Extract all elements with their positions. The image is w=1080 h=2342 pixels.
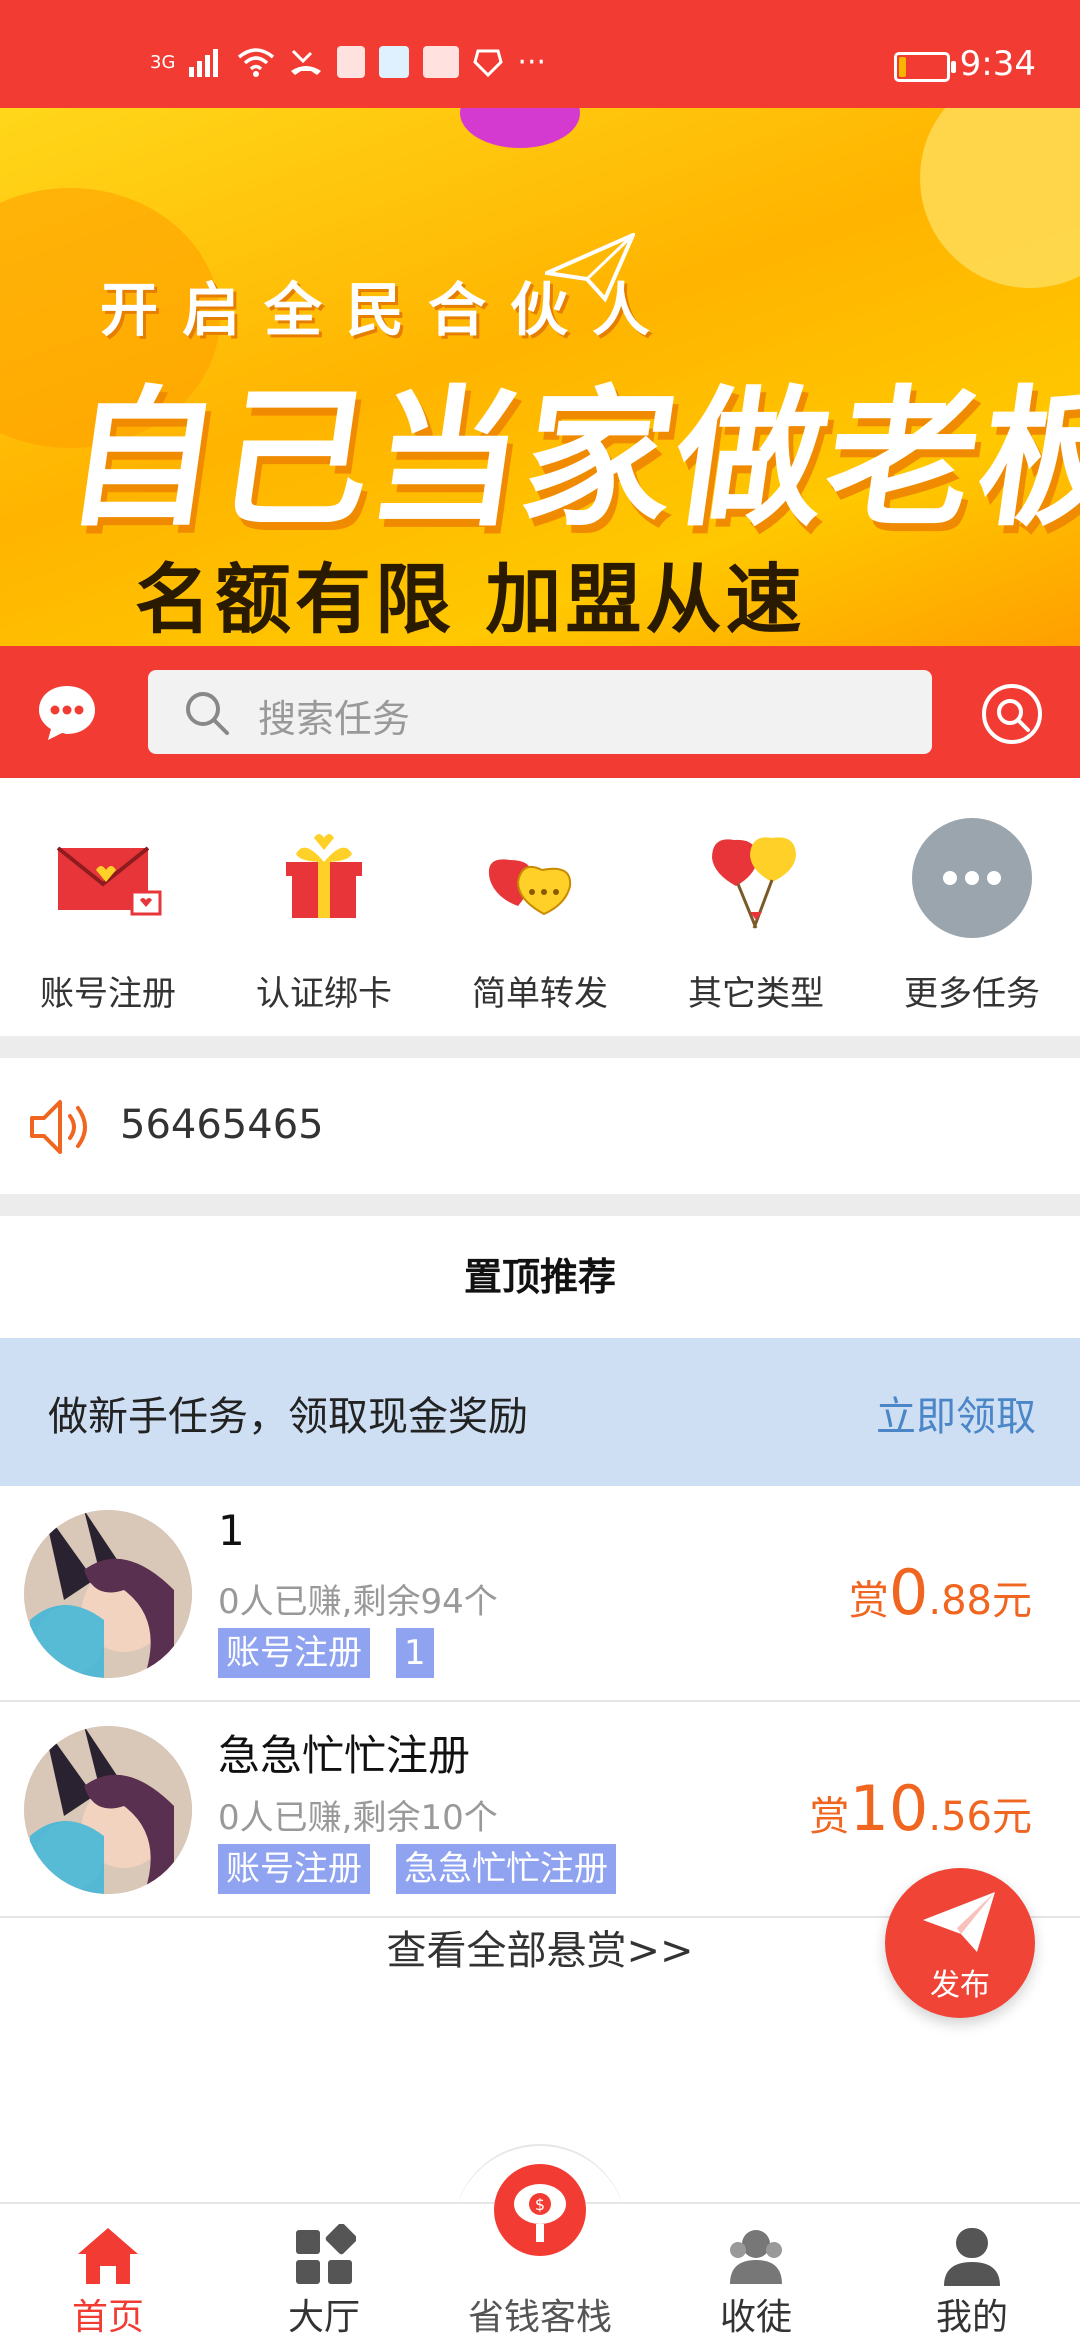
search-placeholder: 搜索任务 [258, 697, 411, 741]
promo-banner[interactable]: 开启全民合伙人 自己当家做老板 名额有限 加盟从速 [0, 108, 1080, 646]
nav-label: 收徒 [719, 2297, 792, 2338]
task-tags: 账号注册 急急忙忙注册 [218, 1844, 616, 1894]
network-type: 3G [150, 51, 176, 73]
user-icon [944, 2228, 1000, 2286]
category-account-register[interactable]: 账号注册 [0, 778, 216, 1036]
missed-call-icon [291, 49, 322, 75]
envelope-icon [56, 846, 162, 916]
home-icon [78, 2228, 138, 2284]
category-more-tasks[interactable]: 更多任务 [864, 778, 1080, 1036]
hearts-icon [488, 859, 572, 916]
category-verify-bind-card[interactable]: 认证绑卡 [216, 778, 432, 1036]
category-label: 账号注册 [40, 974, 176, 1014]
task-reward: 赏10.56元 [809, 1772, 1032, 1845]
nav-home[interactable]: 首页 [0, 2202, 216, 2340]
section-title: 置顶推荐 [0, 1216, 1080, 1338]
nav-label: 我的 [935, 2297, 1008, 2338]
publish-button[interactable]: 发布 [885, 1868, 1035, 2018]
search-bar: 搜索任务 [0, 646, 1080, 778]
signal-icon [189, 49, 219, 77]
gift-icon [286, 834, 362, 918]
battery-icon [894, 52, 956, 82]
reward-prefix: 赏 [848, 1578, 889, 1624]
reward-decimal: .56元 [928, 1794, 1032, 1840]
task-tag: 1 [396, 1628, 434, 1678]
nav-label: 省钱客栈 [467, 2297, 612, 2338]
more-icon [912, 818, 1032, 938]
task-progress: 0人已赚,剩余10个 [218, 1798, 498, 1838]
reward-decimal: .88元 [928, 1578, 1032, 1624]
task-tags: 账号注册 1 [218, 1628, 434, 1678]
nav-hall[interactable]: 大厅 [216, 2202, 432, 2340]
nav-apprentice[interactable]: 收徒 [648, 2202, 864, 2340]
info-app-icon [337, 46, 366, 78]
task-title: 1 [218, 1506, 245, 1555]
section-divider [0, 1036, 1080, 1058]
nav-label: 大厅 [287, 2297, 360, 2338]
balloons-icon [712, 837, 796, 929]
category-label: 认证绑卡 [256, 974, 392, 1014]
nav-label: 首页 [71, 2297, 144, 2338]
promo-text: 做新手任务，领取现金奖励 [48, 1394, 528, 1440]
news-app-icon [379, 46, 410, 78]
status-icons: 3G ··· [150, 40, 546, 84]
banner-slogan: 名额有限 加盟从速 [135, 555, 806, 644]
announcement-bar[interactable]: 56465465 [0, 1058, 1080, 1194]
category-other-types[interactable]: 其它类型 [648, 778, 864, 1036]
category-label: 更多任务 [904, 974, 1040, 1014]
speaker-icon [30, 1100, 87, 1154]
announcement-text: 56465465 [120, 1102, 324, 1148]
category-row: 账号注册 认证绑卡 简单转发 其它类型 更多任务 [0, 778, 1080, 1036]
scan-search-icon[interactable] [980, 682, 1044, 746]
status-more: ··· [517, 44, 547, 80]
avatar [24, 1726, 192, 1894]
message-icon[interactable] [36, 682, 98, 744]
banner-decor-shape [920, 108, 1080, 288]
grid-icon [296, 2224, 356, 2284]
category-label: 其它类型 [688, 974, 824, 1014]
category-label: 简单转发 [472, 974, 608, 1014]
search-icon [186, 692, 229, 735]
shield-app-icon [473, 49, 504, 77]
task-reward: 赏0.88元 [849, 1556, 1032, 1629]
nav-mine[interactable]: 我的 [864, 2202, 1080, 2340]
task-tag: 账号注册 [218, 1844, 370, 1894]
nav-savings-inn[interactable]: 省钱客栈 [432, 2202, 648, 2340]
banner-headline-small: 开启全民合伙人 [100, 276, 675, 344]
banner-decor-shape [460, 108, 580, 148]
reward-prefix: 赏 [809, 1794, 850, 1840]
task-tag: 账号注册 [218, 1628, 370, 1678]
banner-headline-large: 自己当家做老板 [55, 373, 1080, 547]
users-icon [730, 2230, 782, 2284]
task-title: 急急忙忙注册 [218, 1731, 471, 1780]
wifi-icon [238, 48, 275, 77]
claim-now-link[interactable]: 立即领取 [876, 1384, 1036, 1442]
section-divider [0, 1194, 1080, 1216]
reward-amount: 0 [888, 1556, 929, 1629]
task-item[interactable]: 1 0人已赚,剩余94个 账号注册 1 赏0.88元 [0, 1486, 1080, 1702]
task-progress: 0人已赚,剩余94个 [218, 1582, 498, 1622]
toutiao-app-icon [423, 46, 460, 78]
send-icon [923, 1892, 995, 1952]
avatar [24, 1510, 192, 1678]
search-input[interactable]: 搜索任务 [148, 670, 932, 754]
status-bar: 3G ··· 9:34 [0, 0, 1080, 108]
task-tag: 急急忙忙注册 [396, 1844, 616, 1894]
reward-amount: 10 [849, 1772, 929, 1845]
battery-level [899, 57, 906, 77]
publish-label: 发布 [930, 1968, 990, 2003]
category-simple-share[interactable]: 简单转发 [432, 778, 648, 1036]
newbie-promo-bar[interactable]: 做新手任务，领取现金奖励 立即领取 [0, 1338, 1080, 1486]
status-time: 9:34 [959, 44, 1036, 84]
